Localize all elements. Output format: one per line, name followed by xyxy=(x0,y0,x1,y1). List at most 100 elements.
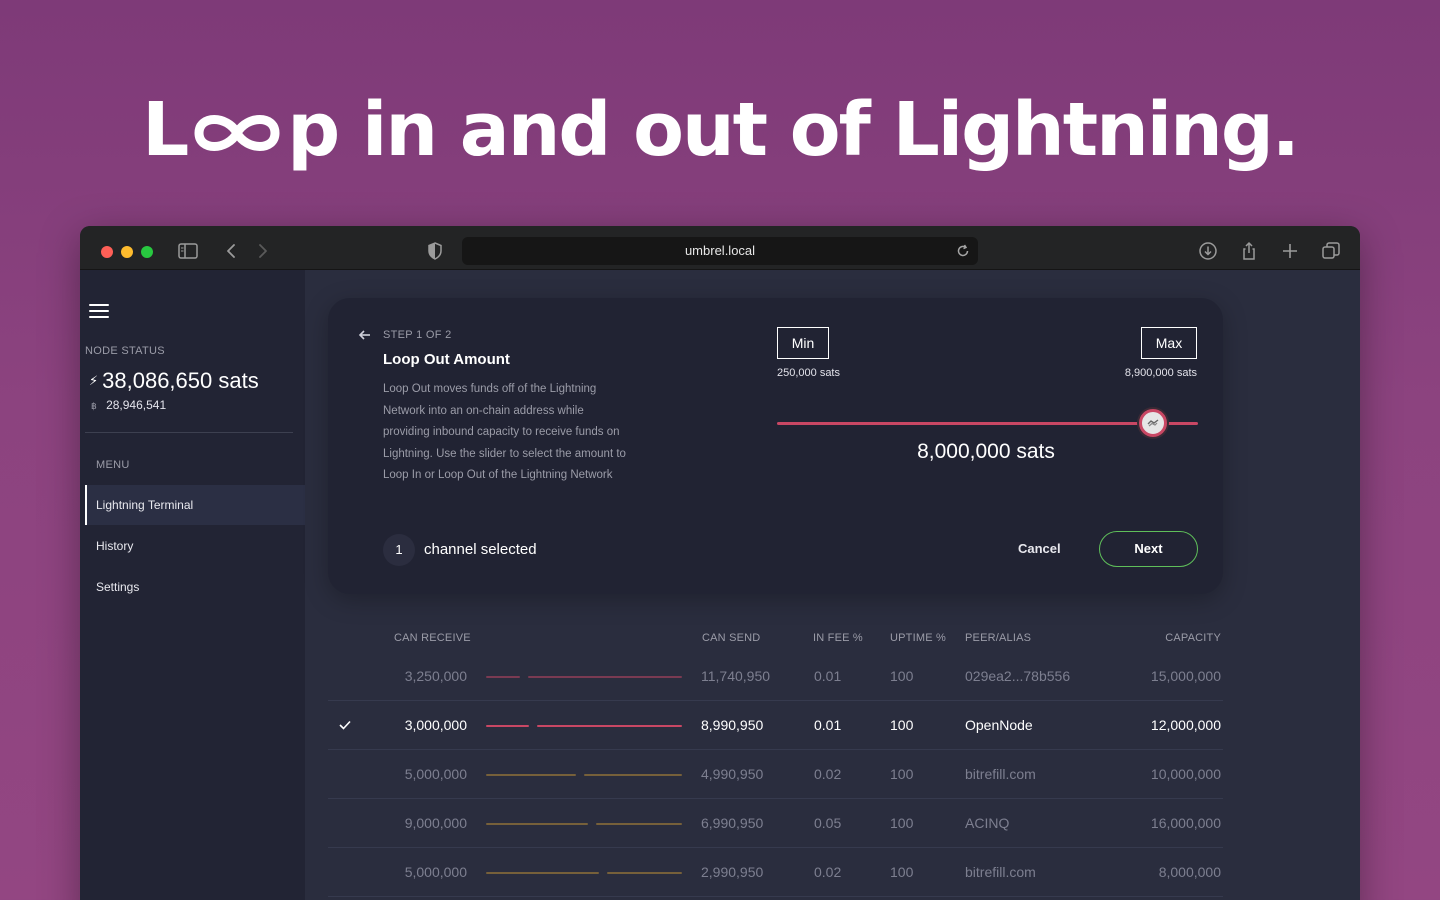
can-send-bar xyxy=(584,774,682,776)
sidebar-item-history[interactable]: History xyxy=(85,526,305,566)
channel-row[interactable]: 5,000,000 2,990,950 0.02 100 bitrefill.com 8,… xyxy=(328,848,1223,897)
menu-label: MENU xyxy=(96,459,130,471)
cell-peer-alias: 029ea2...78b556 xyxy=(965,668,1071,684)
cell-peer-alias: bitrefill.com xyxy=(965,864,1036,880)
cell-can-receive: 5,000,000 xyxy=(404,766,467,782)
header-capacity[interactable]: CAPACITY xyxy=(1165,632,1221,644)
channel-row[interactable]: 5,000,000 4,990,950 0.02 100 bitrefill.com 10… xyxy=(328,750,1223,799)
channel-count-badge: 1 xyxy=(383,534,415,566)
card-description: Loop Out moves funds off of the Lightnin… xyxy=(383,383,626,481)
cell-can-receive: 3,000,000 xyxy=(404,717,467,733)
channel-row[interactable]: 3,250,000 11,740,950 0.01 100 029ea2...78b55… xyxy=(328,652,1223,701)
url-text: umbrel.local xyxy=(684,243,756,258)
cell-peer-alias: OpenNode xyxy=(965,717,1033,733)
privacy-shield-icon[interactable] xyxy=(424,240,446,262)
cell-can-send: 6,990,950 xyxy=(701,815,764,831)
node-balance: ⚡︎ 38,086,650 sats xyxy=(89,368,259,394)
address-bar[interactable]: umbrel.local xyxy=(462,237,978,265)
channel-selected-label: channel selected xyxy=(424,541,537,558)
node-btc-balance-value: 28,946,541 xyxy=(106,398,167,412)
sidebar-divider xyxy=(85,432,293,433)
minimize-window-button[interactable] xyxy=(121,246,133,258)
cell-peer-alias: ACINQ xyxy=(965,815,1010,831)
header-peer-alias[interactable]: PEER/ALIAS xyxy=(965,632,1031,644)
sidebar-item-lightning-terminal[interactable]: Lightning Terminal xyxy=(85,485,305,525)
can-send-bar xyxy=(596,823,682,825)
downloads-icon[interactable] xyxy=(1197,240,1219,262)
can-receive-bar xyxy=(486,725,529,727)
hero-heading: Lp in and out of Lightning. xyxy=(0,82,1440,178)
channel-row[interactable]: 3,000,000 8,990,950 0.01 100 OpenNode 12,000,… xyxy=(328,701,1223,750)
cell-can-receive: 3,250,000 xyxy=(404,668,467,684)
cell-capacity: 16,000,000 xyxy=(1150,815,1221,831)
cell-can-send: 8,990,950 xyxy=(701,717,764,733)
step-indicator: STEP 1 OF 2 xyxy=(383,329,452,341)
cell-uptime: 100 xyxy=(890,717,914,733)
cancel-button[interactable]: Cancel xyxy=(1018,541,1061,556)
min-button[interactable]: Min xyxy=(777,327,829,359)
cell-uptime: 100 xyxy=(890,815,914,831)
channel-row[interactable]: 9,000,000 6,990,950 0.05 100 ACINQ 16,000,000 xyxy=(328,799,1223,848)
menu-icon[interactable] xyxy=(89,304,109,320)
node-status-label: NODE STATUS xyxy=(85,345,165,357)
header-can-receive[interactable]: CAN RECEIVE xyxy=(394,632,471,644)
sidebar-item-settings[interactable]: Settings xyxy=(85,567,305,607)
lightning-bolt-icon: ⚡︎ xyxy=(89,373,99,388)
new-tab-icon[interactable] xyxy=(1279,240,1301,262)
header-in-fee[interactable]: IN FEE % xyxy=(813,632,863,644)
sidebar-toggle-icon[interactable] xyxy=(177,240,199,262)
back-icon[interactable] xyxy=(220,240,242,262)
close-window-button[interactable] xyxy=(101,246,113,258)
hero-text-start: L xyxy=(142,87,189,173)
can-receive-bar xyxy=(486,823,588,825)
max-button[interactable]: Max xyxy=(1141,327,1197,359)
node-btc-balance: ฿ 28,946,541 xyxy=(91,398,166,412)
checkmark-icon xyxy=(338,718,352,732)
cell-in-fee: 0.02 xyxy=(814,864,842,880)
infinity-loop-icon xyxy=(189,88,285,151)
loop-out-card: STEP 1 OF 2 Loop Out Amount Loop Out mov… xyxy=(328,298,1223,594)
hero-text-end: p in and out of Lightning. xyxy=(287,87,1300,173)
max-value: 8,900,000 sats xyxy=(1124,367,1197,379)
cell-uptime: 100 xyxy=(890,668,914,684)
cell-peer-alias: bitrefill.com xyxy=(965,766,1036,782)
min-value: 250,000 sats xyxy=(777,367,840,379)
can-receive-bar xyxy=(486,774,576,776)
next-button[interactable]: Next xyxy=(1099,531,1198,567)
slider-grip-icon xyxy=(1147,419,1159,427)
can-send-bar xyxy=(607,872,682,874)
header-uptime[interactable]: UPTIME % xyxy=(890,632,946,644)
back-arrow-icon[interactable] xyxy=(358,328,372,342)
cell-can-send: 4,990,950 xyxy=(701,766,764,782)
can-receive-bar xyxy=(486,676,520,678)
zoom-window-button[interactable] xyxy=(141,246,153,258)
can-receive-bar xyxy=(486,872,599,874)
cell-can-receive: 9,000,000 xyxy=(404,815,467,831)
reload-icon[interactable] xyxy=(954,242,972,260)
main-content: STEP 1 OF 2 Loop Out Amount Loop Out mov… xyxy=(305,270,1360,900)
can-send-bar xyxy=(528,676,682,678)
cell-can-receive: 5,000,000 xyxy=(404,864,467,880)
can-send-bar xyxy=(537,725,682,727)
cell-in-fee: 0.02 xyxy=(814,766,842,782)
share-icon[interactable] xyxy=(1238,240,1260,262)
amount-slider-track[interactable] xyxy=(777,422,1198,425)
header-can-send[interactable]: CAN SEND xyxy=(702,632,760,644)
node-balance-value: 38,086,650 sats xyxy=(102,368,259,393)
cell-uptime: 100 xyxy=(890,864,914,880)
channels-table: CAN RECEIVE CAN SEND IN FEE % UPTIME % P… xyxy=(328,592,1223,900)
sidebar: NODE STATUS ⚡︎ 38,086,650 sats ฿ 28,946,… xyxy=(80,270,305,900)
browser-window: umbrel.local NODE STATUS ⚡︎ 38,086,650 s… xyxy=(80,226,1360,900)
cell-can-send: 11,740,950 xyxy=(701,668,771,684)
cell-capacity: 15,000,000 xyxy=(1150,668,1221,684)
cell-capacity: 12,000,000 xyxy=(1150,717,1221,733)
amount-slider-thumb[interactable] xyxy=(1138,409,1167,437)
bitcoin-icon: ฿ xyxy=(91,401,97,411)
cell-in-fee: 0.01 xyxy=(814,668,842,684)
forward-icon[interactable] xyxy=(252,240,274,262)
cell-can-send: 2,990,950 xyxy=(701,864,764,880)
tab-overview-icon[interactable] xyxy=(1320,240,1342,262)
cell-in-fee: 0.01 xyxy=(814,717,842,733)
cell-uptime: 100 xyxy=(890,766,914,782)
cell-capacity: 10,000,000 xyxy=(1150,766,1221,782)
